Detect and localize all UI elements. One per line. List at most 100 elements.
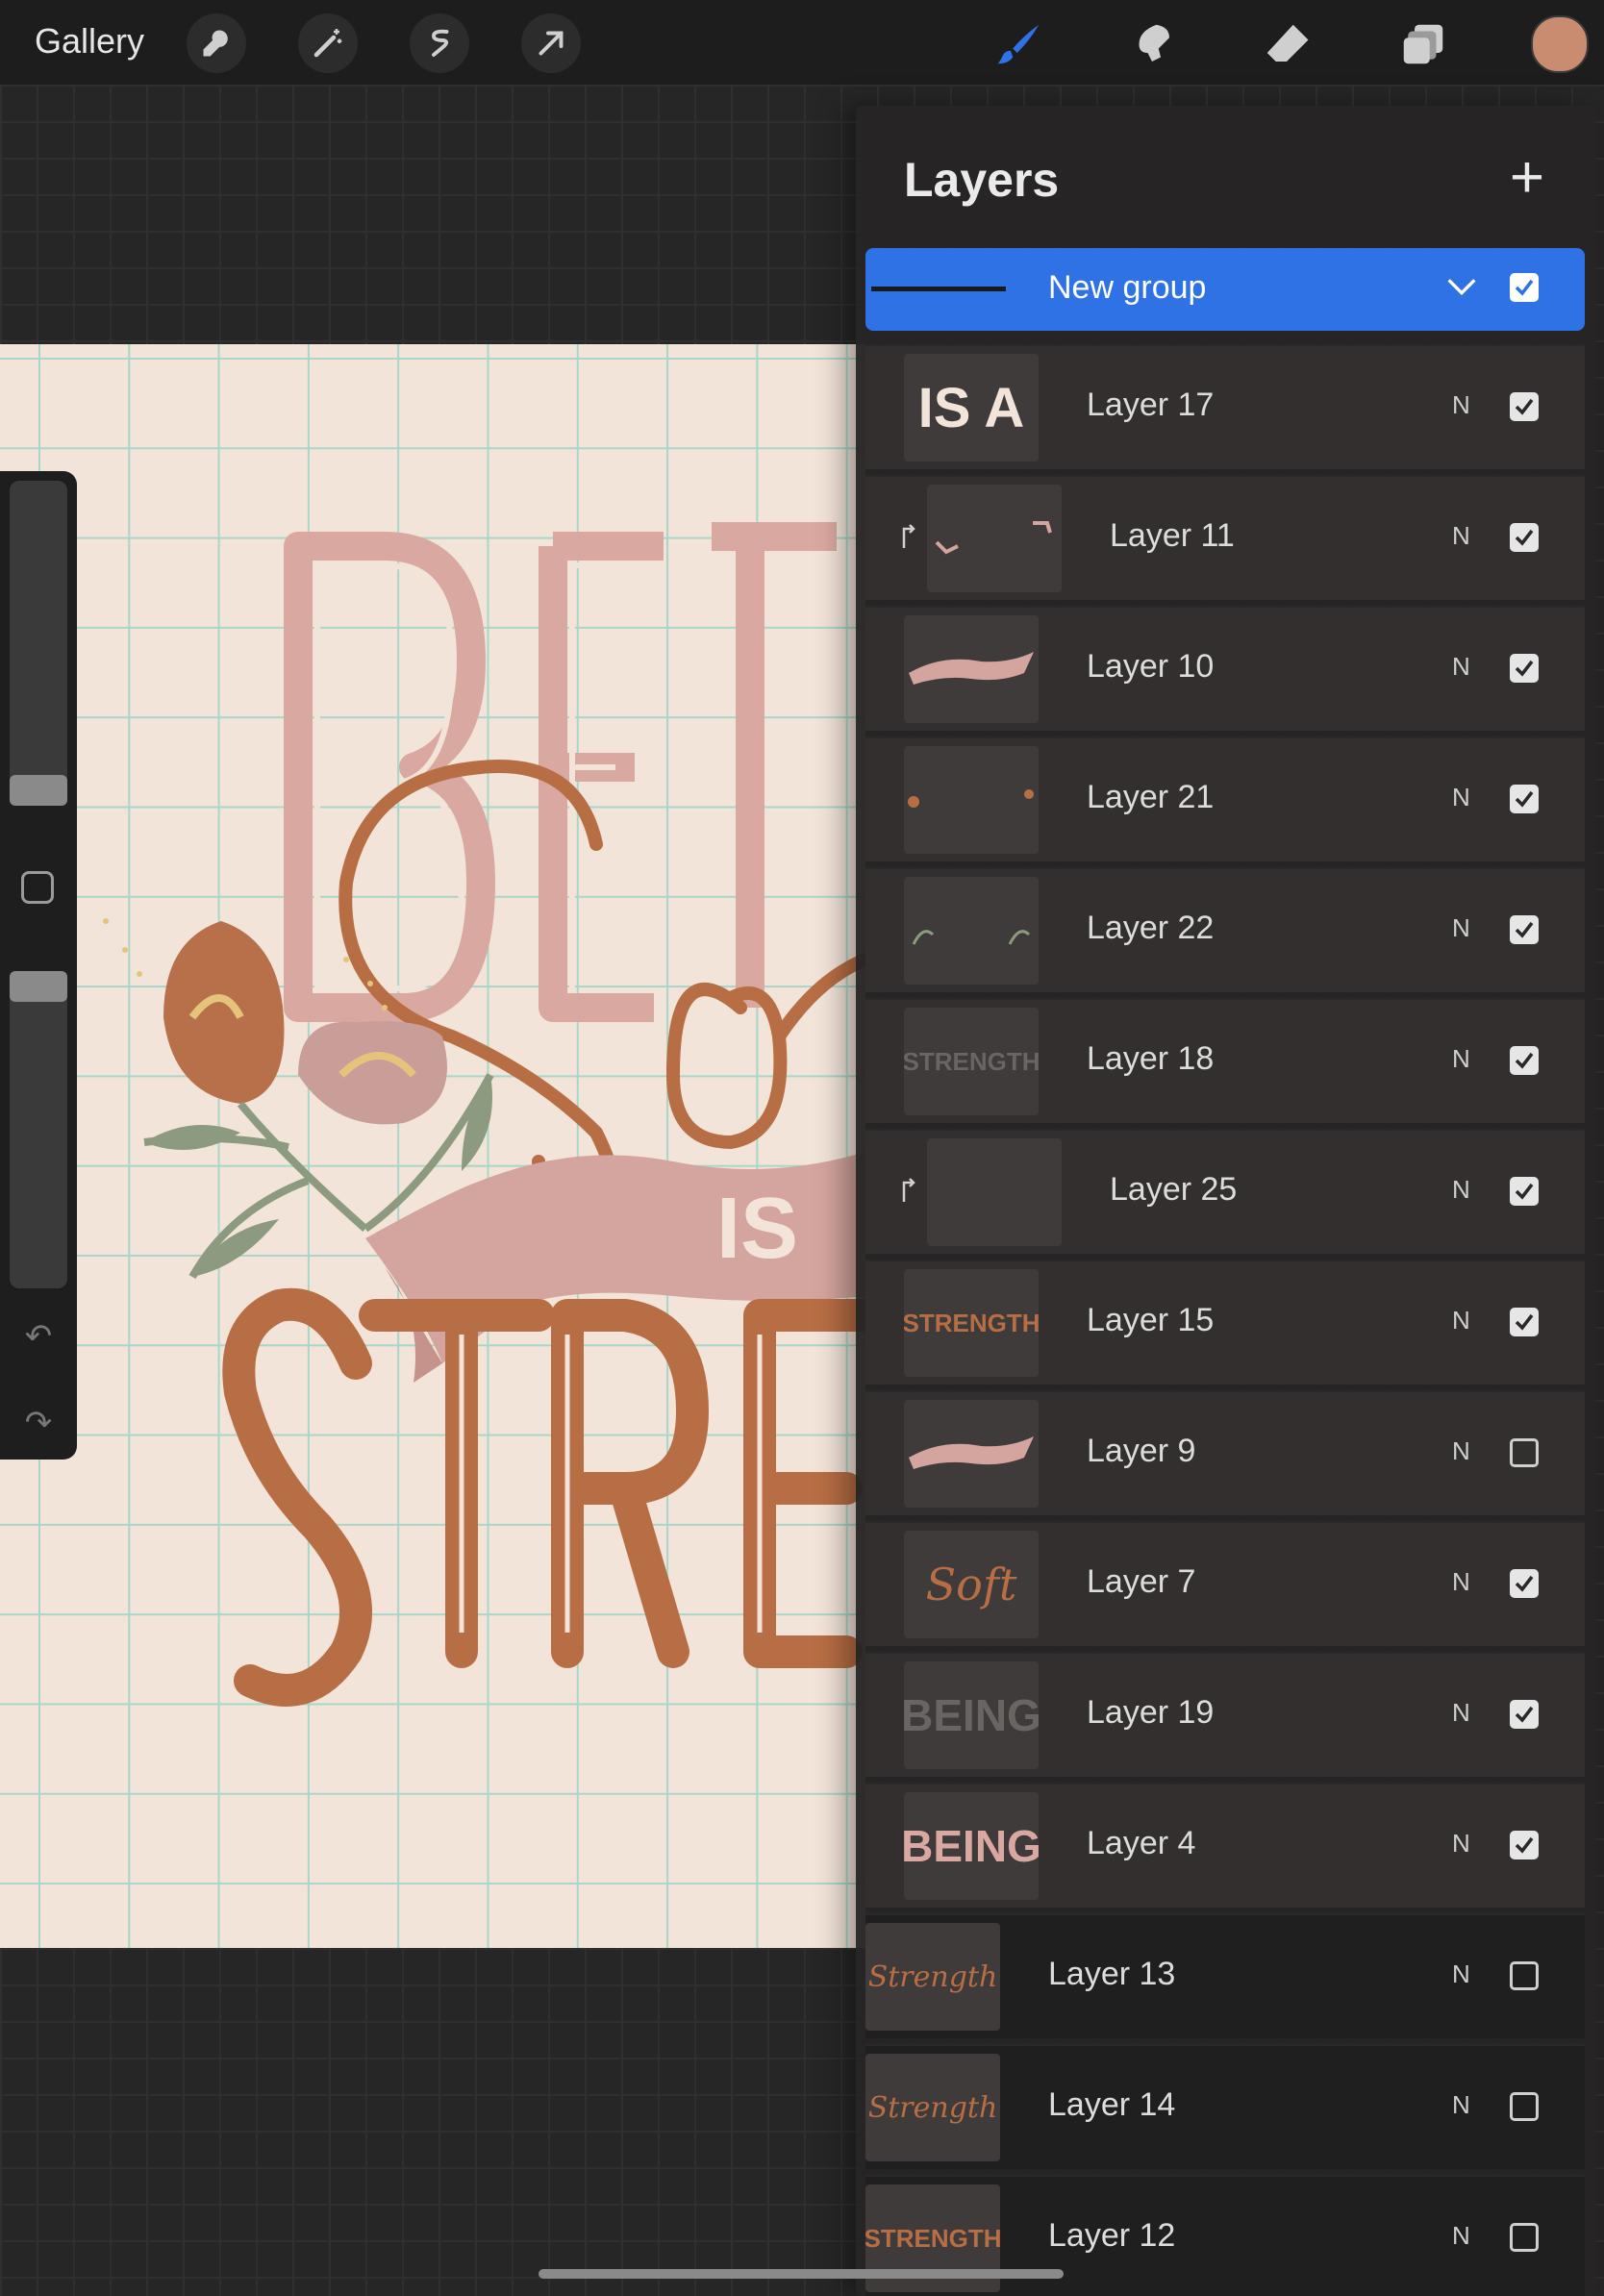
layer-thumbnail-art (909, 1436, 1034, 1469)
layer-thumbnail[interactable] (927, 1138, 1062, 1246)
layer-visibility-checkbox[interactable] (1510, 1308, 1539, 1336)
layer-thumbnail-text: Soft (925, 1559, 1017, 1610)
brush-icon[interactable] (992, 17, 1046, 71)
layer-thumbnail-text: BEING (904, 1821, 1039, 1871)
smudge-icon[interactable] (1125, 17, 1179, 71)
layer-thumbnail-art (927, 1138, 1062, 1246)
layer-name: Layer 9 (1087, 1433, 1196, 1469)
layer-row[interactable]: Strength Layer 13 N (865, 1913, 1585, 2038)
layer-thumbnail[interactable]: Strength (865, 1923, 1000, 2031)
layer-visibility-checkbox[interactable] (1510, 915, 1539, 944)
layer-thumbnail[interactable]: BEING (904, 1661, 1039, 1769)
check-icon (1515, 1706, 1534, 1723)
brush-size-slider[interactable] (10, 481, 67, 798)
wrench-icon[interactable] (187, 13, 246, 73)
blend-mode-button[interactable]: N (1452, 2221, 1470, 2251)
layer-row[interactable]: STRENGTH Layer 18 N (865, 998, 1585, 1123)
layer-thumbnail-text: STRENGTH (904, 1046, 1039, 1076)
layer-name: Layer 4 (1087, 1825, 1196, 1861)
layer-visibility-checkbox[interactable] (1510, 1046, 1539, 1075)
layer-visibility-checkbox[interactable] (1510, 1569, 1539, 1598)
blend-mode-button[interactable]: N (1452, 2090, 1470, 2120)
blend-mode-button[interactable]: N (1452, 1567, 1470, 1597)
brush-opacity-slider-thumb[interactable] (10, 971, 67, 1002)
layer-thumbnail[interactable]: IS A (904, 354, 1039, 462)
brush-size-slider-thumb[interactable] (10, 775, 67, 806)
layer-visibility-checkbox[interactable] (1510, 654, 1539, 683)
eraser-icon[interactable] (1260, 17, 1314, 71)
layer-row[interactable]: Layer 21 N (865, 736, 1585, 861)
layer-thumbnail[interactable] (904, 746, 1039, 854)
layer-row[interactable]: Strength Layer 14 N (865, 2044, 1585, 2169)
layer-row[interactable]: IS A Layer 17 N (865, 344, 1585, 469)
blend-mode-button[interactable]: N (1452, 1175, 1470, 1205)
layer-thumbnail[interactable]: Soft (904, 1531, 1039, 1638)
layer-row[interactable]: Layer 9 N (865, 1390, 1585, 1515)
layer-group-row[interactable]: New group (865, 248, 1585, 331)
blend-mode-button[interactable]: N (1452, 1959, 1470, 1989)
layer-visibility-checkbox[interactable] (1510, 1961, 1539, 1990)
layer-name: Layer 15 (1087, 1302, 1215, 1338)
home-indicator[interactable] (539, 2269, 1064, 2279)
add-layer-button[interactable]: + (1500, 148, 1554, 208)
layer-thumbnail[interactable] (927, 485, 1062, 592)
layer-row[interactable]: Layer 25 N (865, 1129, 1585, 1254)
blend-mode-button[interactable]: N (1452, 1436, 1470, 1466)
chevron-down-icon[interactable] (1442, 267, 1481, 306)
layer-thumbnail[interactable] (904, 615, 1039, 723)
layer-name: Layer 19 (1087, 1694, 1215, 1731)
layer-thumbnail[interactable]: Strength (865, 2054, 1000, 2161)
layer-row[interactable]: Layer 10 N (865, 606, 1585, 731)
undo-icon[interactable]: ↶ (19, 1317, 58, 1356)
layer-visibility-checkbox[interactable] (1510, 1700, 1539, 1729)
layer-visibility-checkbox[interactable] (1510, 1438, 1539, 1467)
transform-arrow-icon[interactable] (521, 13, 581, 73)
layer-row[interactable]: Soft Layer 7 N (865, 1521, 1585, 1646)
blend-mode-button[interactable]: N (1452, 913, 1470, 943)
magic-wand-icon[interactable] (298, 13, 358, 73)
layer-row[interactable]: BEING Layer 19 N (865, 1652, 1585, 1777)
blend-mode-button[interactable]: N (1452, 1044, 1470, 1074)
selection-icon[interactable] (410, 13, 469, 73)
brush-opacity-slider[interactable] (10, 971, 67, 1288)
blend-mode-button[interactable]: N (1452, 390, 1470, 420)
layer-name: Layer 18 (1087, 1040, 1215, 1077)
color-picker-button[interactable] (1531, 15, 1589, 73)
layer-row[interactable]: Layer 22 N (865, 867, 1585, 992)
layer-thumbnail[interactable]: BEING (904, 1792, 1039, 1900)
blend-mode-button[interactable]: N (1452, 1698, 1470, 1728)
layer-visibility-checkbox[interactable] (1510, 523, 1539, 552)
blend-mode-button[interactable]: N (1452, 1306, 1470, 1335)
artwork: IS (103, 522, 865, 1707)
layer-row[interactable]: STRENGTH Layer 15 N (865, 1260, 1585, 1385)
blend-mode-button[interactable]: N (1452, 783, 1470, 812)
check-icon (1515, 529, 1534, 546)
layer-visibility-checkbox[interactable] (1510, 1831, 1539, 1859)
layer-row[interactable]: BEING Layer 4 N (865, 1783, 1585, 1908)
blend-mode-button[interactable]: N (1452, 1829, 1470, 1859)
gallery-button[interactable]: Gallery (35, 21, 144, 62)
layer-visibility-checkbox[interactable] (1510, 2223, 1539, 2252)
layer-thumbnail[interactable] (904, 1400, 1039, 1508)
layer-thumbnail[interactable] (904, 877, 1039, 985)
layers-icon[interactable] (1396, 17, 1450, 71)
blend-mode-button[interactable]: N (1452, 652, 1470, 682)
layer-row[interactable]: Layer 11 N (865, 475, 1585, 600)
layer-thumbnail[interactable]: STRENGTH (904, 1008, 1039, 1115)
clipping-mask-arrow-icon (902, 524, 915, 548)
drawing-canvas[interactable]: IS (0, 344, 865, 1948)
layer-visibility-checkbox[interactable] (1510, 2092, 1539, 2121)
modifier-button[interactable] (21, 871, 54, 904)
svg-text:IS: IS (716, 1181, 798, 1277)
group-visibility-checkbox[interactable] (1510, 273, 1539, 302)
redo-icon[interactable]: ↷ (19, 1404, 58, 1442)
layer-visibility-checkbox[interactable] (1510, 392, 1539, 421)
layer-visibility-checkbox[interactable] (1510, 1177, 1539, 1206)
blend-mode-button[interactable]: N (1452, 521, 1470, 551)
layer-thumbnail-text: Strength (867, 1959, 998, 1994)
layer-visibility-checkbox[interactable] (1510, 785, 1539, 813)
layer-thumbnail[interactable]: STRENGTH (904, 1269, 1039, 1377)
layer-thumbnail-text: STRENGTH (904, 1308, 1039, 1337)
left-sidebar: ↶ ↷ (0, 471, 77, 1460)
layer-name: Layer 17 (1087, 387, 1215, 423)
